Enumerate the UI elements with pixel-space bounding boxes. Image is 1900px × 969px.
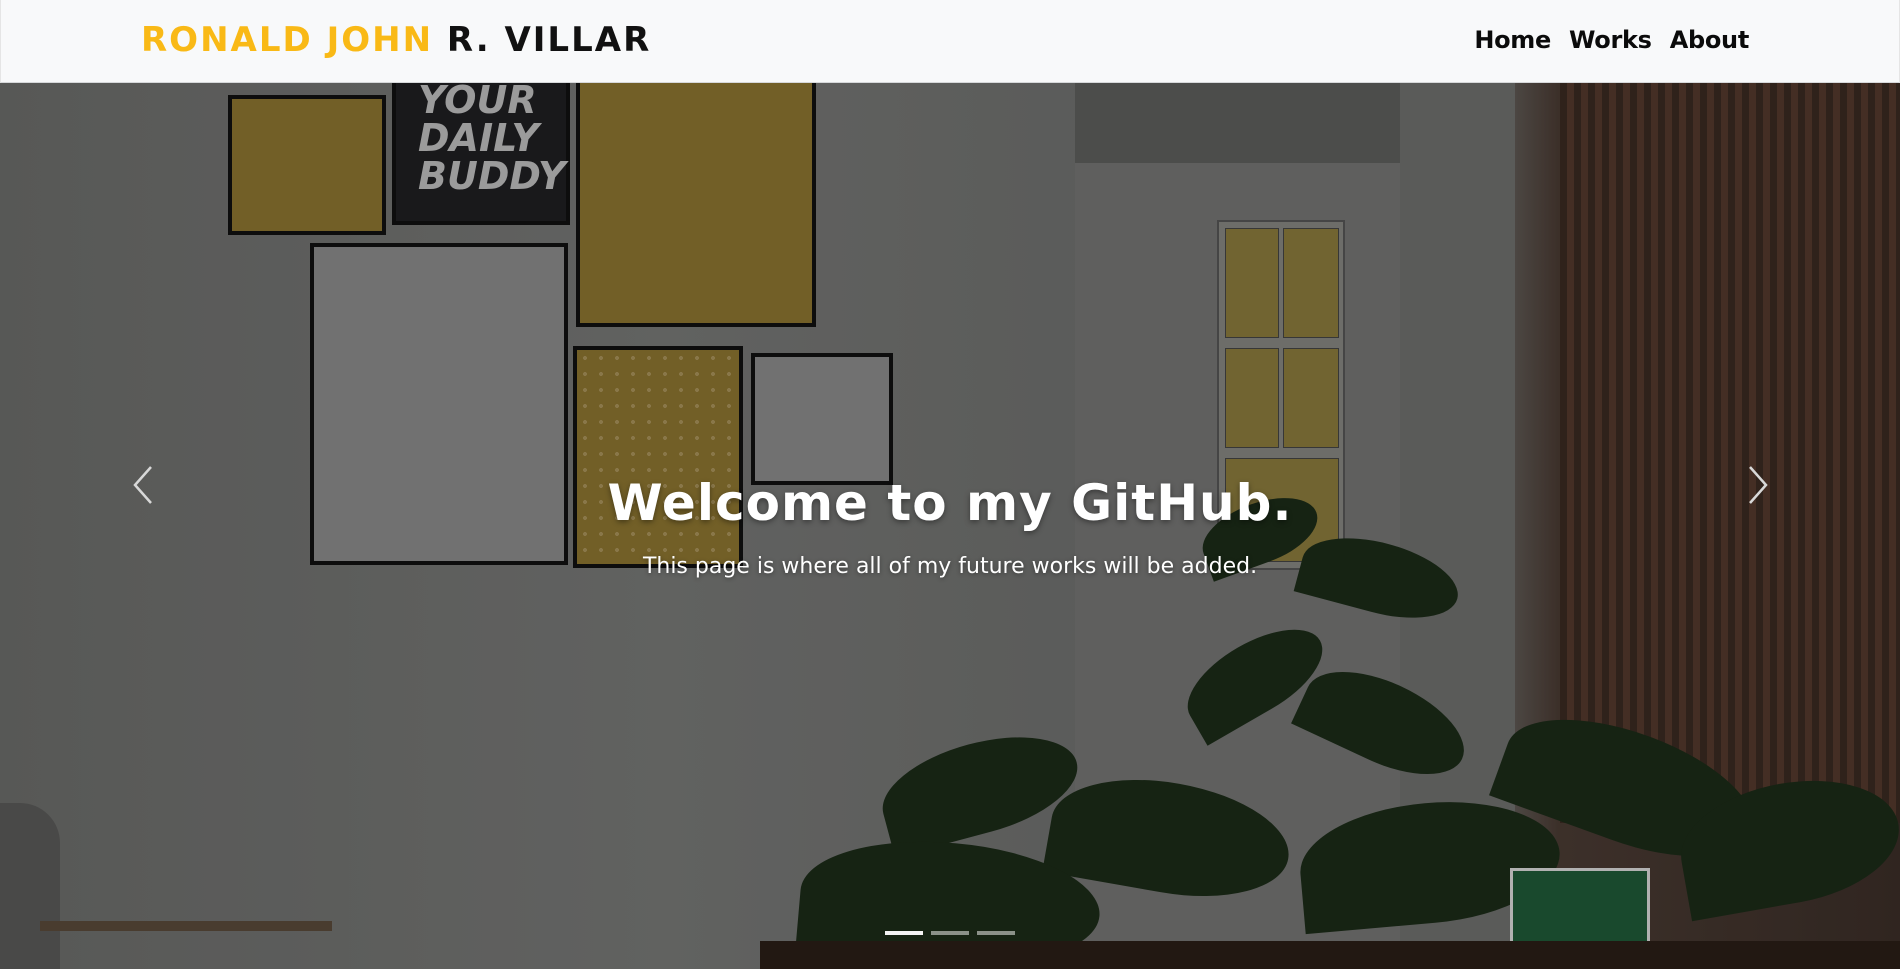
hero-subtitle: This page is where all of my future work… [642,554,1258,579]
brand-last-name: R. VILLAR [446,20,652,60]
hero-title: Welcome to my GitHub. [607,474,1293,532]
carousel-indicator-3[interactable] [977,931,1015,935]
navbar: RONALD JOHN R. VILLAR Home Works About [0,0,1900,83]
nav-links: Home Works About [1474,22,1749,58]
carousel-indicator-2[interactable] [931,931,969,935]
hero-caption: Welcome to my GitHub. This page is where… [0,468,1900,582]
carousel-indicator-1[interactable] [885,931,923,935]
brand-first-name: RONALD JOHN [141,20,434,60]
nav-link-works[interactable]: Works [1569,22,1652,58]
hero-carousel: YOUR DAILY BUDDY Welcome to my GitHub. T… [0,83,1900,969]
brand-logo[interactable]: RONALD JOHN R. VILLAR [141,18,651,62]
carousel-indicators [885,931,1015,935]
nav-link-about[interactable]: About [1670,22,1750,58]
nav-link-home[interactable]: Home [1474,22,1551,58]
